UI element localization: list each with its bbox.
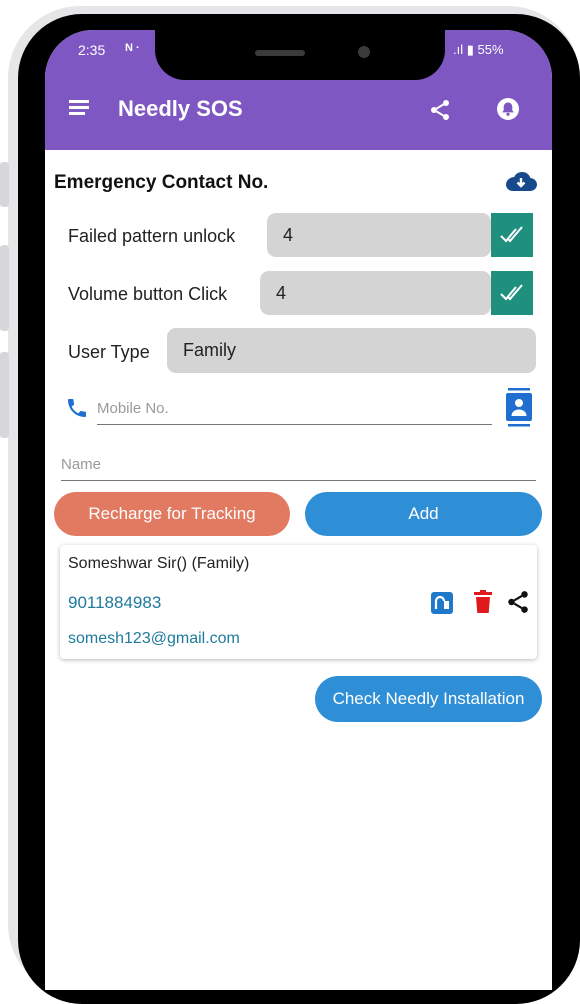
- app-screen: 2:35 N · .ıl ▮ 55% Needly SOS Emergency …: [45, 30, 552, 990]
- failed-pattern-label: Failed pattern unlock: [68, 226, 236, 246]
- camera: [358, 46, 370, 58]
- share-icon[interactable]: [428, 98, 452, 122]
- phone-icon: [68, 399, 86, 417]
- check-installation-button[interactable]: Check Needly Installation: [315, 676, 542, 722]
- volume-click-check-button[interactable]: [491, 271, 533, 315]
- app-title: Needly SOS: [118, 96, 243, 121]
- status-battery: .ıl ▮ 55%: [453, 42, 504, 57]
- phone-side-button: [0, 245, 9, 331]
- edit-icon[interactable]: [431, 592, 453, 614]
- contact-email[interactable]: somesh123@gmail.com: [68, 630, 240, 648]
- speaker: [255, 50, 305, 56]
- section-title: Emergency Contact No.: [54, 172, 269, 193]
- contact-name: Someshwar Sir() (Family): [68, 555, 250, 572]
- phone-notch: [155, 30, 445, 80]
- check-icon: [500, 226, 523, 243]
- status-time: 2:35: [78, 42, 106, 58]
- volume-click-label: Volume button Click: [68, 284, 228, 304]
- mobile-input[interactable]: Mobile No.: [97, 396, 492, 425]
- status-app-glyph: N ·: [125, 42, 140, 54]
- bell-icon[interactable]: [495, 96, 521, 122]
- name-input[interactable]: Name: [61, 452, 536, 481]
- phone-side-button: [0, 162, 9, 207]
- contact-card: Someshwar Sir() (Family) 9011884983 some…: [60, 545, 537, 659]
- volume-click-input[interactable]: 4: [260, 271, 491, 315]
- share-icon[interactable]: [505, 589, 531, 615]
- cloud-download-icon[interactable]: [504, 170, 538, 194]
- delete-icon[interactable]: [472, 590, 494, 614]
- menu-icon[interactable]: [69, 100, 89, 116]
- recharge-button[interactable]: Recharge for Tracking: [54, 492, 290, 536]
- user-type-select[interactable]: Family: [167, 328, 536, 373]
- app-bar: 2:35 N · .ıl ▮ 55% Needly SOS: [45, 30, 552, 150]
- contact-phone[interactable]: 9011884983: [68, 593, 161, 613]
- add-button[interactable]: Add: [305, 492, 542, 536]
- check-icon: [500, 284, 523, 301]
- user-type-label: User Type: [68, 342, 150, 362]
- phone-side-button: [0, 352, 9, 438]
- contact-book-icon[interactable]: [504, 388, 534, 428]
- failed-pattern-input[interactable]: 4: [267, 213, 491, 257]
- failed-pattern-check-button[interactable]: [491, 213, 533, 257]
